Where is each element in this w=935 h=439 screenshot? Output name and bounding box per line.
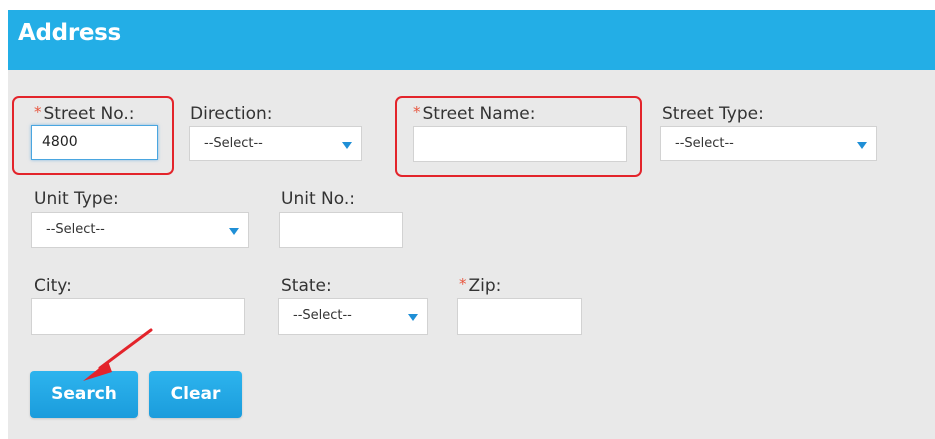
unit-no-input[interactable]: [279, 212, 403, 248]
street-type-selected: --Select--: [675, 136, 734, 151]
required-marker: *: [459, 275, 467, 293]
direction-selected: --Select--: [204, 136, 263, 151]
city-label: City:: [34, 276, 72, 296]
unit-type-label: Unit Type:: [34, 189, 119, 209]
direction-label: Direction:: [190, 104, 273, 124]
unit-no-label: Unit No.:: [281, 189, 355, 209]
caret-down-icon: [342, 142, 352, 149]
section-title: Address: [18, 20, 121, 46]
city-input[interactable]: [31, 298, 245, 335]
caret-down-icon: [229, 228, 239, 235]
street-name-highlight-box: [395, 96, 642, 177]
direction-select[interactable]: --Select--: [189, 126, 362, 161]
caret-down-icon: [408, 314, 418, 321]
clear-button[interactable]: Clear: [149, 371, 242, 418]
search-button[interactable]: Search: [30, 371, 138, 418]
unit-type-select[interactable]: --Select--: [31, 212, 249, 248]
state-select[interactable]: --Select--: [278, 298, 428, 335]
street-type-select[interactable]: --Select--: [660, 126, 877, 161]
zip-label: * Zip:: [459, 275, 502, 296]
street-no-highlight-box: [12, 96, 174, 175]
street-type-label: Street Type:: [662, 104, 764, 124]
caret-down-icon: [857, 142, 867, 149]
state-selected: --Select--: [293, 308, 352, 323]
state-label: State:: [281, 276, 332, 296]
unit-type-selected: --Select--: [46, 222, 105, 237]
zip-input[interactable]: [457, 298, 582, 335]
section-header: Address: [8, 10, 935, 70]
